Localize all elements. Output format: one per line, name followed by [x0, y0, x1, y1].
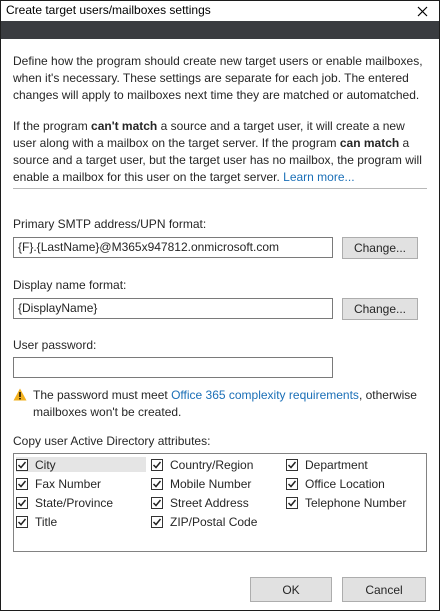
- close-button[interactable]: [411, 2, 433, 20]
- warning-text-a: The password must meet: [33, 388, 172, 402]
- checkmark-icon: [17, 499, 27, 507]
- attribute-label: Department: [305, 457, 368, 472]
- checkmark-icon: [17, 461, 27, 469]
- attribute-label: ZIP/Postal Code: [170, 514, 258, 529]
- warning-icon: [13, 388, 27, 401]
- attribute-telephone-number[interactable]: Telephone Number: [286, 495, 406, 510]
- password-field[interactable]: [13, 357, 333, 378]
- checkbox[interactable]: [151, 477, 163, 490]
- attribute-label: City: [35, 457, 56, 472]
- checkbox[interactable]: [16, 515, 28, 528]
- learn-more-link[interactable]: Learn more...: [283, 170, 354, 184]
- checkbox[interactable]: [151, 458, 163, 471]
- separator: [13, 188, 427, 189]
- attribute-state-province[interactable]: State/Province: [16, 495, 113, 510]
- warning-text: The password must meet Office 365 comple…: [33, 387, 429, 421]
- complexity-requirements-link[interactable]: Office 365 complexity requirements: [171, 388, 359, 402]
- checkbox[interactable]: [286, 496, 298, 509]
- intro-text-a: If the program: [13, 119, 92, 133]
- close-icon: [417, 6, 427, 16]
- checkmark-icon: [152, 480, 162, 488]
- attribute-title[interactable]: Title: [16, 514, 57, 529]
- checkbox[interactable]: [16, 458, 28, 471]
- checkbox[interactable]: [151, 515, 163, 528]
- checkbox[interactable]: [151, 496, 163, 509]
- attribute-label: Mobile Number: [170, 476, 252, 491]
- attribute-label: State/Province: [35, 495, 114, 510]
- checkbox[interactable]: [286, 477, 298, 490]
- attributes-list[interactable]: City Country/Region Department Fax Numbe…: [13, 453, 427, 552]
- attribute-office-location[interactable]: Office Location: [286, 476, 385, 491]
- smtp-format-field[interactable]: {F}.{LastName}@M365x947812.onmicrosoft.c…: [13, 237, 333, 258]
- attribute-label: Telephone Number: [305, 495, 407, 510]
- display-name-field[interactable]: {DisplayName}: [13, 298, 333, 319]
- checkmark-icon: [17, 518, 27, 526]
- ok-button[interactable]: OK: [250, 577, 332, 602]
- checkmark-icon: [17, 480, 27, 488]
- settings-dialog: Create target users/mailboxes settings D…: [0, 0, 440, 611]
- attribute-fax-number[interactable]: Fax Number: [16, 476, 101, 491]
- attribute-country-region[interactable]: Country/Region: [151, 457, 253, 472]
- checkmark-icon: [287, 461, 297, 469]
- attribute-label: Country/Region: [170, 457, 254, 472]
- checkbox[interactable]: [286, 458, 298, 471]
- checkbox[interactable]: [16, 496, 28, 509]
- checkmark-icon: [152, 518, 162, 526]
- attribute-department[interactable]: Department: [286, 457, 368, 472]
- attribute-mobile-number[interactable]: Mobile Number: [151, 476, 251, 491]
- intro-can-match: can match: [339, 136, 400, 150]
- attribute-zip-postal-code[interactable]: ZIP/Postal Code: [151, 514, 257, 529]
- attribute-label: Office Location: [305, 476, 385, 491]
- checkbox[interactable]: [16, 477, 28, 490]
- window-title: Create target users/mailboxes settings: [6, 3, 211, 17]
- smtp-change-button[interactable]: Change...: [342, 237, 418, 259]
- attribute-label: Title: [35, 514, 58, 529]
- intro-paragraph-2: If the program can't match a source and …: [13, 118, 429, 186]
- intro-paragraph-1: Define how the program should create new…: [13, 54, 423, 102]
- cancel-button[interactable]: Cancel: [342, 577, 426, 602]
- attribute-label: Fax Number: [35, 476, 102, 491]
- checkmark-icon: [152, 461, 162, 469]
- intro-cant-match: can't match: [91, 119, 158, 133]
- checkmark-icon: [152, 499, 162, 507]
- attributes-label: Copy user Active Directory attributes:: [13, 434, 211, 448]
- header-band: [1, 21, 439, 39]
- attribute-street-address[interactable]: Street Address: [151, 495, 249, 510]
- title-bar: Create target users/mailboxes settings: [1, 1, 439, 21]
- display-name-label: Display name format:: [13, 278, 127, 292]
- attribute-label: Street Address: [170, 495, 249, 510]
- checkmark-icon: [287, 480, 297, 488]
- checkmark-icon: [287, 499, 297, 507]
- display-name-change-button[interactable]: Change...: [342, 298, 418, 320]
- password-label: User password:: [13, 338, 97, 352]
- smtp-format-label: Primary SMTP address/UPN format:: [13, 217, 207, 231]
- attribute-city[interactable]: City: [16, 457, 146, 472]
